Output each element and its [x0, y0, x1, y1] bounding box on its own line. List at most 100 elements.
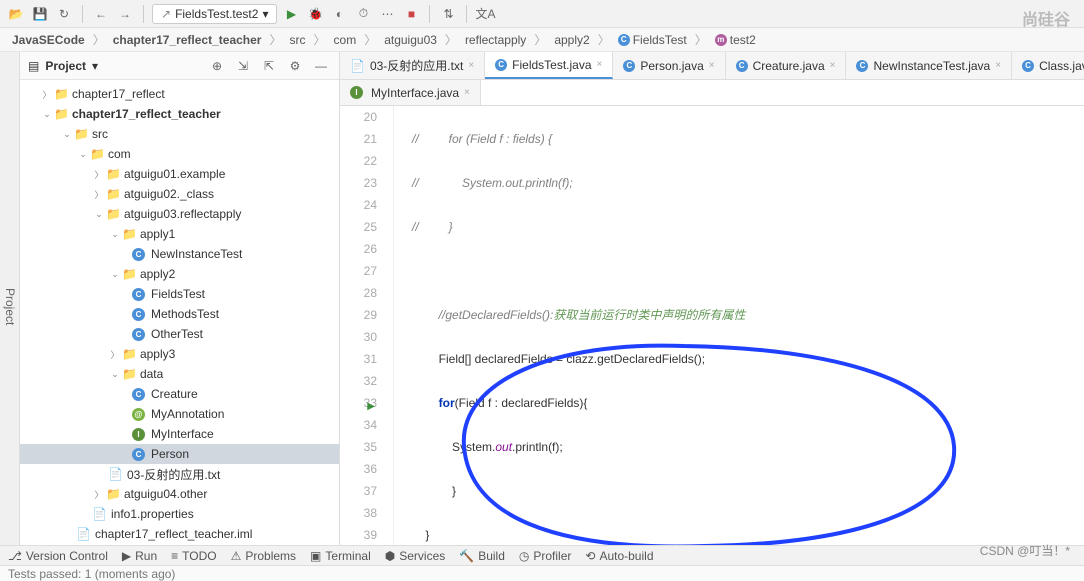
collapse-icon[interactable]: ⇱ — [259, 56, 279, 76]
editor-tab[interactable]: IMyInterface.java× — [340, 80, 481, 105]
close-icon[interactable]: × — [464, 87, 470, 98]
tree-item[interactable]: apply3 — [140, 347, 175, 361]
main-toolbar: 📂 💾 ↻ ← → ↗ FieldsTest.test2 ▾ ▶ 🐞 ◐ ⏱ ⋯… — [0, 0, 1084, 28]
close-icon[interactable]: × — [995, 60, 1001, 71]
side-tool-strip[interactable]: Project Bookmarks Structure — [0, 52, 20, 561]
tree-item[interactable]: data — [140, 367, 163, 381]
tree-item[interactable]: apply2 — [140, 267, 175, 281]
tree-item[interactable]: FieldsTest — [151, 287, 205, 301]
tree-item[interactable]: MyAnnotation — [151, 407, 224, 421]
select-opened-icon[interactable]: ⊕ — [207, 56, 227, 76]
editor-tab[interactable]: CCreature.java× — [726, 52, 847, 79]
project-panel: ▤ Project ▾ ⊕ ⇲ ⇱ ⚙ — 〉📁chapter17_reflec… — [20, 52, 340, 561]
breadcrumb-item[interactable]: com — [330, 31, 361, 49]
redo-icon[interactable]: → — [115, 4, 135, 24]
tree-item[interactable]: MyInterface — [151, 427, 214, 441]
close-icon[interactable]: × — [709, 60, 715, 71]
class-icon: C — [132, 388, 145, 401]
tree-item[interactable]: 03-反射的应用.txt — [127, 466, 220, 483]
chevron-down-icon: ▾ — [262, 7, 268, 21]
tree-item[interactable]: chapter17_reflect — [72, 87, 165, 101]
close-icon[interactable]: × — [597, 59, 603, 70]
class-icon: C — [132, 308, 145, 321]
save-icon[interactable]: 💾 — [30, 4, 50, 24]
gutter[interactable]: 20212223 24252627 28293031 3233▶ 3435363… — [340, 106, 394, 561]
tree-item[interactable]: chapter17_reflect_teacher.iml — [95, 527, 252, 541]
attach-icon[interactable]: ⋯ — [377, 4, 397, 24]
breadcrumb-item[interactable]: JavaSECode — [8, 31, 89, 49]
bottom-tool-bar: ⎇ Version Control ▶ Run ≡ TODO ⚠ Problem… — [0, 545, 1084, 565]
breadcrumb-item[interactable]: chapter17_reflect_teacher — [109, 31, 266, 49]
breadcrumb-item[interactable]: reflectapply — [461, 31, 530, 49]
expand-icon[interactable]: ⇲ — [233, 56, 253, 76]
tree-item[interactable]: atguigu01.example — [124, 167, 225, 181]
tree-item[interactable]: NewInstanceTest — [151, 247, 242, 261]
tree-item[interactable]: MethodsTest — [151, 307, 219, 321]
build-tab[interactable]: 🔨 Build — [459, 549, 505, 563]
tree-item[interactable]: com — [108, 147, 131, 161]
editor-tabs: 📄03-反射的应用.txt× CFieldsTest.java× CPerson… — [340, 52, 1084, 80]
close-icon[interactable]: × — [468, 60, 474, 71]
profiler-tab[interactable]: ◷ Profiler — [519, 549, 572, 563]
problems-tab[interactable]: ⚠ Problems — [231, 549, 296, 563]
class-icon: C — [623, 60, 635, 72]
run-config-dropdown[interactable]: ↗ FieldsTest.test2 ▾ — [152, 4, 277, 24]
debug-icon[interactable]: 🐞 — [305, 4, 325, 24]
editor-tab-active[interactable]: CFieldsTest.java× — [485, 52, 613, 79]
undo-icon[interactable]: ← — [91, 4, 111, 24]
text-file-icon: 📄 — [350, 59, 365, 73]
interface-icon: I — [350, 86, 363, 99]
tree-item[interactable]: atguigu02._class — [124, 187, 214, 201]
editor-tab[interactable]: 📄03-反射的应用.txt× — [340, 52, 485, 79]
breadcrumb-class[interactable]: CFieldsTest — [614, 31, 691, 49]
tree-item[interactable]: OtherTest — [151, 327, 203, 341]
open-icon[interactable]: 📂 — [6, 4, 26, 24]
code-editor[interactable]: 20212223 24252627 28293031 3233▶ 3435363… — [340, 106, 1084, 561]
status-text: Tests passed: 1 (moments ago) — [8, 567, 175, 581]
git-icon[interactable]: ⇅ — [438, 4, 458, 24]
class-icon: C — [856, 60, 868, 72]
terminal-tab[interactable]: ▣ Terminal — [310, 549, 371, 563]
editor-tab[interactable]: CClass.java× — [1012, 52, 1084, 79]
run-tab[interactable]: ▶ Run — [122, 549, 157, 563]
tree-item[interactable]: apply1 — [140, 227, 175, 241]
breadcrumb-item[interactable]: apply2 — [550, 31, 593, 49]
more-icon[interactable]: 文A — [475, 4, 495, 24]
services-tab[interactable]: ⬢ Services — [385, 549, 446, 563]
tree-item-selected[interactable]: Person — [151, 447, 189, 461]
breadcrumb-method[interactable]: mtest2 — [711, 31, 760, 49]
chevron-down-icon[interactable]: ▾ — [92, 59, 98, 73]
profile-icon[interactable]: ⏱ — [353, 4, 373, 24]
project-tree[interactable]: 〉📁chapter17_reflect ⌄📁chapter17_reflect_… — [20, 80, 339, 561]
hide-icon[interactable]: — — [311, 56, 331, 76]
project-panel-header: ▤ Project ▾ ⊕ ⇲ ⇱ ⚙ — — [20, 52, 339, 80]
coverage-icon[interactable]: ◐ — [329, 4, 349, 24]
editor-tab[interactable]: CNewInstanceTest.java× — [846, 52, 1012, 79]
autobuild-tab[interactable]: ⟲ Auto-build — [585, 549, 653, 563]
editor-tab[interactable]: CPerson.java× — [613, 52, 725, 79]
annotation-icon: @ — [132, 408, 145, 421]
test-icon: ↗ — [161, 7, 171, 21]
tree-item[interactable]: chapter17_reflect_teacher — [72, 107, 221, 121]
version-control-tab[interactable]: ⎇ Version Control — [8, 549, 108, 563]
project-tool-tab[interactable]: Project — [3, 62, 17, 551]
sync-icon[interactable]: ↻ — [54, 4, 74, 24]
class-icon: C — [132, 328, 145, 341]
todo-tab[interactable]: ≡ TODO — [171, 549, 216, 563]
stop-icon[interactable]: ■ — [401, 4, 421, 24]
properties-file-icon: 📄 — [92, 508, 105, 521]
tree-item[interactable]: src — [92, 127, 108, 141]
class-icon: C — [132, 288, 145, 301]
code-content[interactable]: // for (Field f : fields) { // System.ou… — [394, 106, 1084, 561]
close-icon[interactable]: × — [830, 60, 836, 71]
breadcrumb-item[interactable]: atguigu03 — [380, 31, 441, 49]
tree-item[interactable]: atguigu03.reflectapply — [124, 207, 241, 221]
class-icon: C — [618, 34, 630, 46]
tree-item[interactable]: atguigu04.other — [124, 487, 207, 501]
tree-item[interactable]: info1.properties — [111, 507, 194, 521]
tree-item[interactable]: Creature — [151, 387, 198, 401]
breadcrumb-item[interactable]: src — [286, 31, 310, 49]
run-icon[interactable]: ▶ — [281, 4, 301, 24]
settings-icon[interactable]: ⚙ — [285, 56, 305, 76]
class-icon: C — [1022, 60, 1034, 72]
